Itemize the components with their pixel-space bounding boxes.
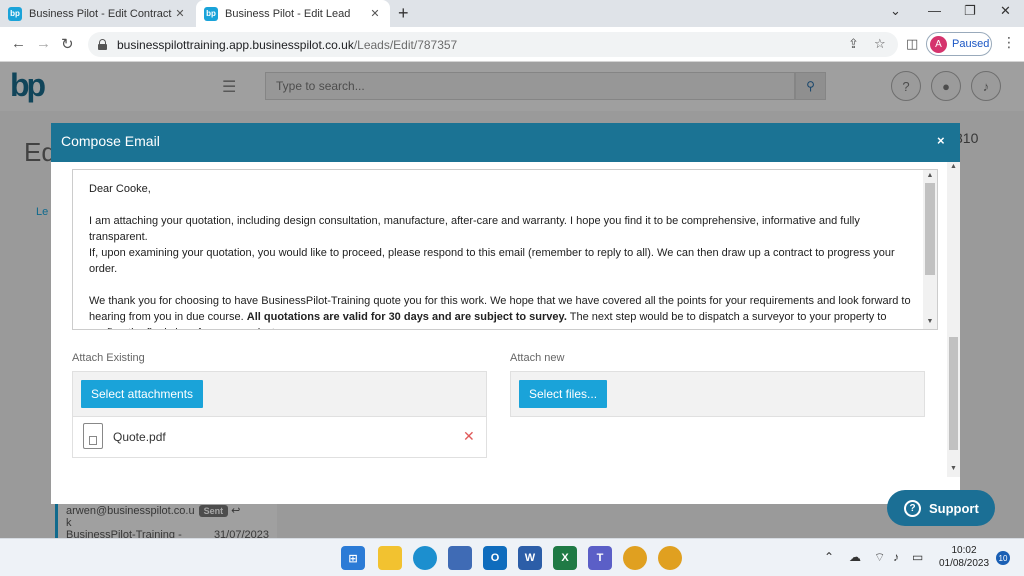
tab-close-icon[interactable]: ✕ — [173, 7, 187, 20]
pdf-file-icon — [83, 423, 103, 449]
select-attachments-button[interactable]: Select attachments — [81, 380, 204, 408]
close-icon[interactable]: × — [937, 133, 945, 148]
bookmark-star-icon[interactable]: ☆ — [874, 36, 886, 52]
modal-title: Compose Email — [61, 133, 160, 149]
minimize-window-button[interactable]: — — [928, 3, 941, 18]
clock-date: 01/08/2023 — [938, 558, 990, 569]
store-icon[interactable] — [448, 546, 472, 570]
email-paragraph: We thank you for choosing to have Busine… — [89, 293, 919, 329]
attach-existing-panel: Select attachments — [72, 371, 487, 417]
reload-icon[interactable]: ↻ — [61, 35, 74, 53]
forward-arrow-icon[interactable]: → — [36, 35, 51, 52]
browser-menu-icon[interactable]: ⋮ — [1002, 34, 1016, 51]
editor-scrollbar-thumb[interactable] — [925, 183, 935, 275]
file-explorer-icon[interactable] — [378, 546, 402, 570]
volume-icon[interactable]: ♪ — [893, 550, 899, 564]
attachment-row: Quote.pdf ✕ — [72, 417, 487, 458]
profile-status: Paused — [952, 38, 990, 50]
email-paragraph: If, upon examining your quotation, you w… — [89, 247, 895, 275]
browser-tab-edit-lead[interactable]: bp Business Pilot - Edit Lead ✕ — [196, 0, 390, 27]
attach-existing-label: Attach Existing — [72, 352, 145, 364]
attach-new-label: Attach new — [510, 352, 565, 364]
share-icon[interactable]: ⇪ — [848, 36, 859, 52]
scroll-down-icon[interactable]: ▼ — [923, 318, 937, 325]
business-pilot-favicon-icon: bp — [8, 6, 22, 21]
tab-search-chevron-icon[interactable]: ⌄ — [890, 3, 901, 19]
email-greeting: Dear Cooke, — [89, 183, 151, 195]
new-tab-button[interactable]: + — [398, 3, 409, 24]
browser-tab-strip: bp Business Pilot - Edit Contract ✕ bp B… — [0, 0, 1024, 27]
restore-window-button[interactable]: ❐ — [964, 3, 976, 19]
profile-button[interactable]: A Paused — [926, 32, 992, 56]
address-bar[interactable]: businesspilottraining.app.businesspilot.… — [88, 32, 898, 57]
attachment-name[interactable]: Quote.pdf — [113, 430, 166, 444]
tab-close-icon[interactable]: ✕ — [368, 7, 382, 20]
excel-icon[interactable]: X — [553, 546, 577, 570]
wifi-icon[interactable]: ⌔ — [874, 550, 885, 565]
scroll-down-icon[interactable]: ▼ — [947, 465, 960, 472]
modal-scrollbar-thumb[interactable] — [949, 337, 958, 450]
word-icon[interactable]: W — [518, 546, 542, 570]
url-path: /Leads/Edit/787357 — [353, 37, 458, 52]
attach-new-panel: Select files... — [510, 371, 925, 417]
teams-icon[interactable]: T — [588, 546, 612, 570]
email-text-bold: All quotations are valid for 30 days and… — [246, 311, 567, 323]
clock-time: 10:02 — [951, 545, 977, 556]
url-host: businesspilottraining.app.businesspilot.… — [117, 37, 354, 52]
question-icon: ? — [904, 499, 921, 517]
business-pilot-favicon-icon: bp — [204, 6, 218, 21]
windows-taskbar: ⊞ O W X T ⌃ ☁ ⌔ ♪ ▭ 10:02 01/08/2023 10 — [0, 538, 1024, 576]
compose-email-modal: Compose Email × Dear Cooke, I am attachi… — [51, 123, 960, 504]
support-button[interactable]: ? Support — [887, 490, 995, 526]
windows-start-icon[interactable]: ⊞ — [341, 546, 365, 570]
modal-header: Compose Email × — [51, 123, 960, 162]
notification-count-badge[interactable]: 10 — [996, 551, 1010, 565]
editor-scrollbar[interactable]: ▲ ▼ — [923, 170, 937, 329]
email-body-text[interactable]: Dear Cooke, I am attaching your quotatio… — [89, 181, 919, 329]
support-label: Support — [929, 500, 979, 516]
select-files-button[interactable]: Select files... — [519, 380, 608, 408]
email-body-editor[interactable]: Dear Cooke, I am attaching your quotatio… — [72, 169, 938, 330]
tab-label: Business Pilot - Edit Lead — [225, 7, 351, 20]
chrome-icon[interactable] — [623, 546, 647, 570]
side-panel-icon[interactable]: ◫ — [906, 36, 918, 52]
scroll-up-icon[interactable]: ▲ — [947, 163, 960, 170]
tab-label: Business Pilot - Edit Contract — [29, 7, 172, 20]
modal-scrollbar[interactable]: ▲ ▼ — [947, 162, 960, 477]
close-window-button[interactable]: ✕ — [1000, 3, 1011, 19]
back-arrow-icon[interactable]: ← — [11, 35, 26, 52]
browser-tab-edit-contract[interactable]: bp Business Pilot - Edit Contract ✕ — [0, 0, 195, 27]
email-paragraph: I am attaching your quotation, including… — [89, 215, 860, 243]
scroll-up-icon[interactable]: ▲ — [923, 172, 937, 179]
browser-toolbar: ← → ↻ businesspilottraining.app.business… — [0, 27, 1024, 62]
outlook-icon[interactable]: O — [483, 546, 507, 570]
taskbar-clock[interactable]: 10:02 01/08/2023 — [934, 544, 994, 570]
chrome-profile-icon[interactable] — [658, 546, 682, 570]
lock-icon — [98, 39, 107, 50]
battery-icon[interactable]: ▭ — [912, 550, 923, 564]
modal-body: Dear Cooke, I am attaching your quotatio… — [51, 162, 960, 504]
tray-chevron-up-icon[interactable]: ⌃ — [824, 550, 834, 564]
remove-attachment-icon[interactable]: ✕ — [463, 428, 475, 445]
edge-browser-icon[interactable] — [413, 546, 437, 570]
cloud-icon[interactable]: ☁ — [849, 550, 861, 564]
profile-avatar: A — [930, 35, 947, 53]
